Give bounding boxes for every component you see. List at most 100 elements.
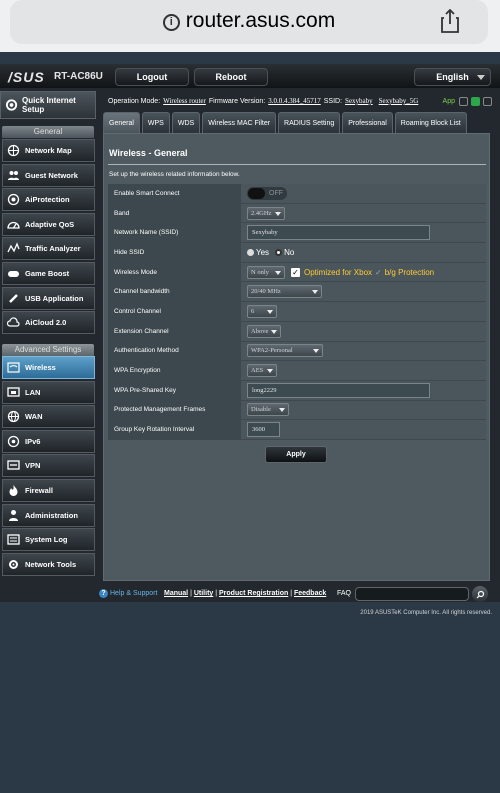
form-row: Enable Smart Connect OFF bbox=[108, 184, 486, 204]
guest-status-icon[interactable] bbox=[471, 96, 480, 106]
pmf-select[interactable]: Disable bbox=[247, 403, 289, 417]
language-select[interactable]: English bbox=[414, 68, 491, 86]
wan-status-icon[interactable] bbox=[459, 96, 468, 106]
sidebar-item-label: VPN bbox=[25, 461, 41, 471]
smart-connect-label: Enable Smart Connect bbox=[108, 184, 241, 203]
tab-professional[interactable]: Professional bbox=[342, 112, 393, 133]
sidebar-item-label: Game Boost bbox=[25, 269, 70, 278]
general-section-title: General bbox=[2, 126, 94, 138]
sidebar-item-guest-network[interactable]: Guest Network bbox=[2, 163, 95, 187]
faq-search-input[interactable] bbox=[355, 587, 469, 601]
asus-logo[interactable]: /SUS bbox=[8, 69, 45, 85]
utility-link[interactable]: Utility bbox=[194, 590, 213, 597]
product-registration-link[interactable]: Product Registration bbox=[219, 590, 288, 597]
form-row: Wireless Mode N only ✓ Optimized for Xbo… bbox=[108, 262, 486, 283]
sidebar-item-label: WAN bbox=[25, 412, 43, 422]
traffic-analyzer-icon bbox=[6, 242, 20, 256]
advanced-section-title: Advanced Settings bbox=[2, 344, 94, 356]
ipv6-icon bbox=[6, 434, 20, 448]
psk-input[interactable]: long2229 bbox=[247, 382, 430, 398]
share-icon[interactable] bbox=[440, 9, 460, 33]
tab-roaming-block-list[interactable]: Roaming Block List bbox=[394, 112, 467, 133]
sidebar-item-label: Traffic Analyzer bbox=[25, 244, 81, 254]
tab-wireless-mac-filter[interactable]: Wireless MAC Filter bbox=[202, 112, 277, 133]
control-channel-select[interactable]: 6 bbox=[247, 304, 277, 318]
tab-wps[interactable]: WPS bbox=[141, 112, 170, 133]
tab-radius-setting[interactable]: RADIUS Setting bbox=[278, 112, 341, 133]
op-mode-link[interactable]: Wireless router bbox=[163, 97, 206, 105]
ssid-24-link[interactable]: Sexybaby bbox=[345, 97, 373, 105]
wireless-mode-select[interactable]: N only bbox=[247, 265, 285, 279]
extension-channel-select[interactable]: Above bbox=[247, 324, 281, 338]
sidebar-item-wireless[interactable]: Wireless bbox=[2, 356, 95, 379]
chevron-down-icon bbox=[279, 408, 285, 413]
auth-method-select[interactable]: WPA2-Personal bbox=[247, 344, 323, 358]
tab-general[interactable]: General bbox=[103, 112, 140, 133]
tab-bar: General WPS WDS Wireless MAC Filter RADIUS S… bbox=[103, 112, 469, 133]
firmware-link[interactable]: 3.0.0.4.384_45717 bbox=[268, 97, 321, 105]
footer-bar: ? Help & Support Manual | Utility | Prod… bbox=[0, 585, 500, 603]
smart-connect-toggle[interactable]: OFF bbox=[247, 186, 287, 200]
sidebar-item-vpn[interactable]: VPN bbox=[2, 454, 95, 478]
sidebar-item-label: Firewall bbox=[25, 486, 53, 495]
bandwidth-select[interactable]: 20/40 MHz bbox=[247, 285, 322, 299]
ssid-input[interactable]: Sexybaby bbox=[247, 225, 430, 241]
sidebar-item-administration[interactable]: Administration bbox=[2, 503, 95, 527]
sidebar-item-label: LAN bbox=[25, 387, 41, 397]
info-icon[interactable]: i bbox=[162, 14, 180, 31]
vpn-icon bbox=[6, 459, 20, 473]
sidebar-item-lan[interactable]: LAN bbox=[2, 380, 95, 404]
bg-protection-checkbox[interactable]: ✓ bbox=[375, 268, 382, 277]
gamepad-icon bbox=[6, 267, 20, 281]
reboot-button[interactable]: Reboot bbox=[194, 68, 268, 86]
optimized-xbox-checkbox[interactable]: ✓ bbox=[291, 267, 300, 277]
wpa-encryption-select[interactable]: AES bbox=[247, 364, 277, 378]
app-link[interactable]: App bbox=[443, 98, 455, 105]
bandwidth-value: 20/40 MHz bbox=[251, 288, 281, 296]
sidebar-item-firewall[interactable]: Firewall bbox=[2, 479, 95, 502]
administration-icon bbox=[6, 508, 20, 522]
op-mode-label: Operation Mode: bbox=[108, 97, 161, 105]
ssid-5g-link[interactable]: Sexybaby_5G bbox=[379, 97, 419, 105]
band-select[interactable]: 2.4GHz bbox=[247, 206, 285, 220]
logout-button[interactable]: Logout bbox=[115, 68, 189, 86]
apply-button[interactable]: Apply bbox=[265, 446, 327, 463]
ssid-label: SSID: bbox=[323, 97, 343, 105]
sidebar-item-ipv6[interactable]: IPv6 bbox=[2, 429, 95, 453]
gkri-label: Group Key Rotation Interval bbox=[108, 420, 241, 439]
chevron-down-icon bbox=[275, 270, 281, 275]
sidebar-item-adaptive-qos[interactable]: Adaptive QoS bbox=[2, 212, 95, 236]
aiprotection-icon bbox=[6, 193, 20, 207]
copyright: 2019 ASUSTeK Computer Inc. All rights re… bbox=[360, 610, 492, 616]
wireless-icon bbox=[6, 361, 20, 375]
search-button[interactable] bbox=[472, 586, 488, 602]
hide-ssid-yes-radio[interactable] bbox=[247, 248, 254, 256]
help-icon: ? bbox=[99, 589, 108, 598]
usb-status-icon[interactable] bbox=[483, 96, 492, 106]
gkri-input[interactable]: 3600 bbox=[247, 422, 280, 438]
control-channel-value: 6 bbox=[251, 307, 255, 315]
sidebar-item-traffic-analyzer[interactable]: Traffic Analyzer bbox=[2, 237, 95, 261]
sidebar-item-network-tools[interactable]: Network Tools bbox=[2, 552, 95, 576]
tab-wds[interactable]: WDS bbox=[171, 112, 201, 133]
chevron-down-icon bbox=[313, 349, 319, 354]
sidebar-item-aicloud-2-0[interactable]: AiCloud 2.0 bbox=[2, 311, 95, 335]
wpa-encryption-value: AES bbox=[251, 367, 264, 375]
help-support-link[interactable]: Help & Support bbox=[110, 590, 157, 597]
manual-link[interactable]: Manual bbox=[164, 590, 188, 597]
sidebar-item-aiprotection[interactable]: AiProtection bbox=[2, 188, 95, 212]
sidebar-item-usb-application[interactable]: USB Application bbox=[2, 286, 95, 310]
sidebar-item-game-boost[interactable]: Game Boost bbox=[2, 262, 95, 285]
quick-setup-button[interactable]: Quick Internet Setup bbox=[0, 91, 96, 119]
sidebar-item-wan[interactable]: WAN bbox=[2, 405, 95, 429]
sidebar-item-network-map[interactable]: Network Map bbox=[2, 139, 95, 162]
hide-ssid-no-radio[interactable] bbox=[275, 248, 283, 256]
status-bar: Operation Mode: Wireless router Firmware… bbox=[103, 92, 496, 110]
lan-icon bbox=[6, 385, 20, 399]
feedback-link[interactable]: Feedback bbox=[294, 590, 326, 597]
bandwidth-label: Channel bandwidth bbox=[108, 282, 241, 302]
address-bar[interactable]: i router.asus.com bbox=[10, 0, 488, 44]
wpa-encryption-label: WPA Encryption bbox=[108, 361, 241, 380]
extension-channel-value: Above bbox=[251, 327, 269, 335]
sidebar-item-system-log[interactable]: System Log bbox=[2, 528, 95, 552]
